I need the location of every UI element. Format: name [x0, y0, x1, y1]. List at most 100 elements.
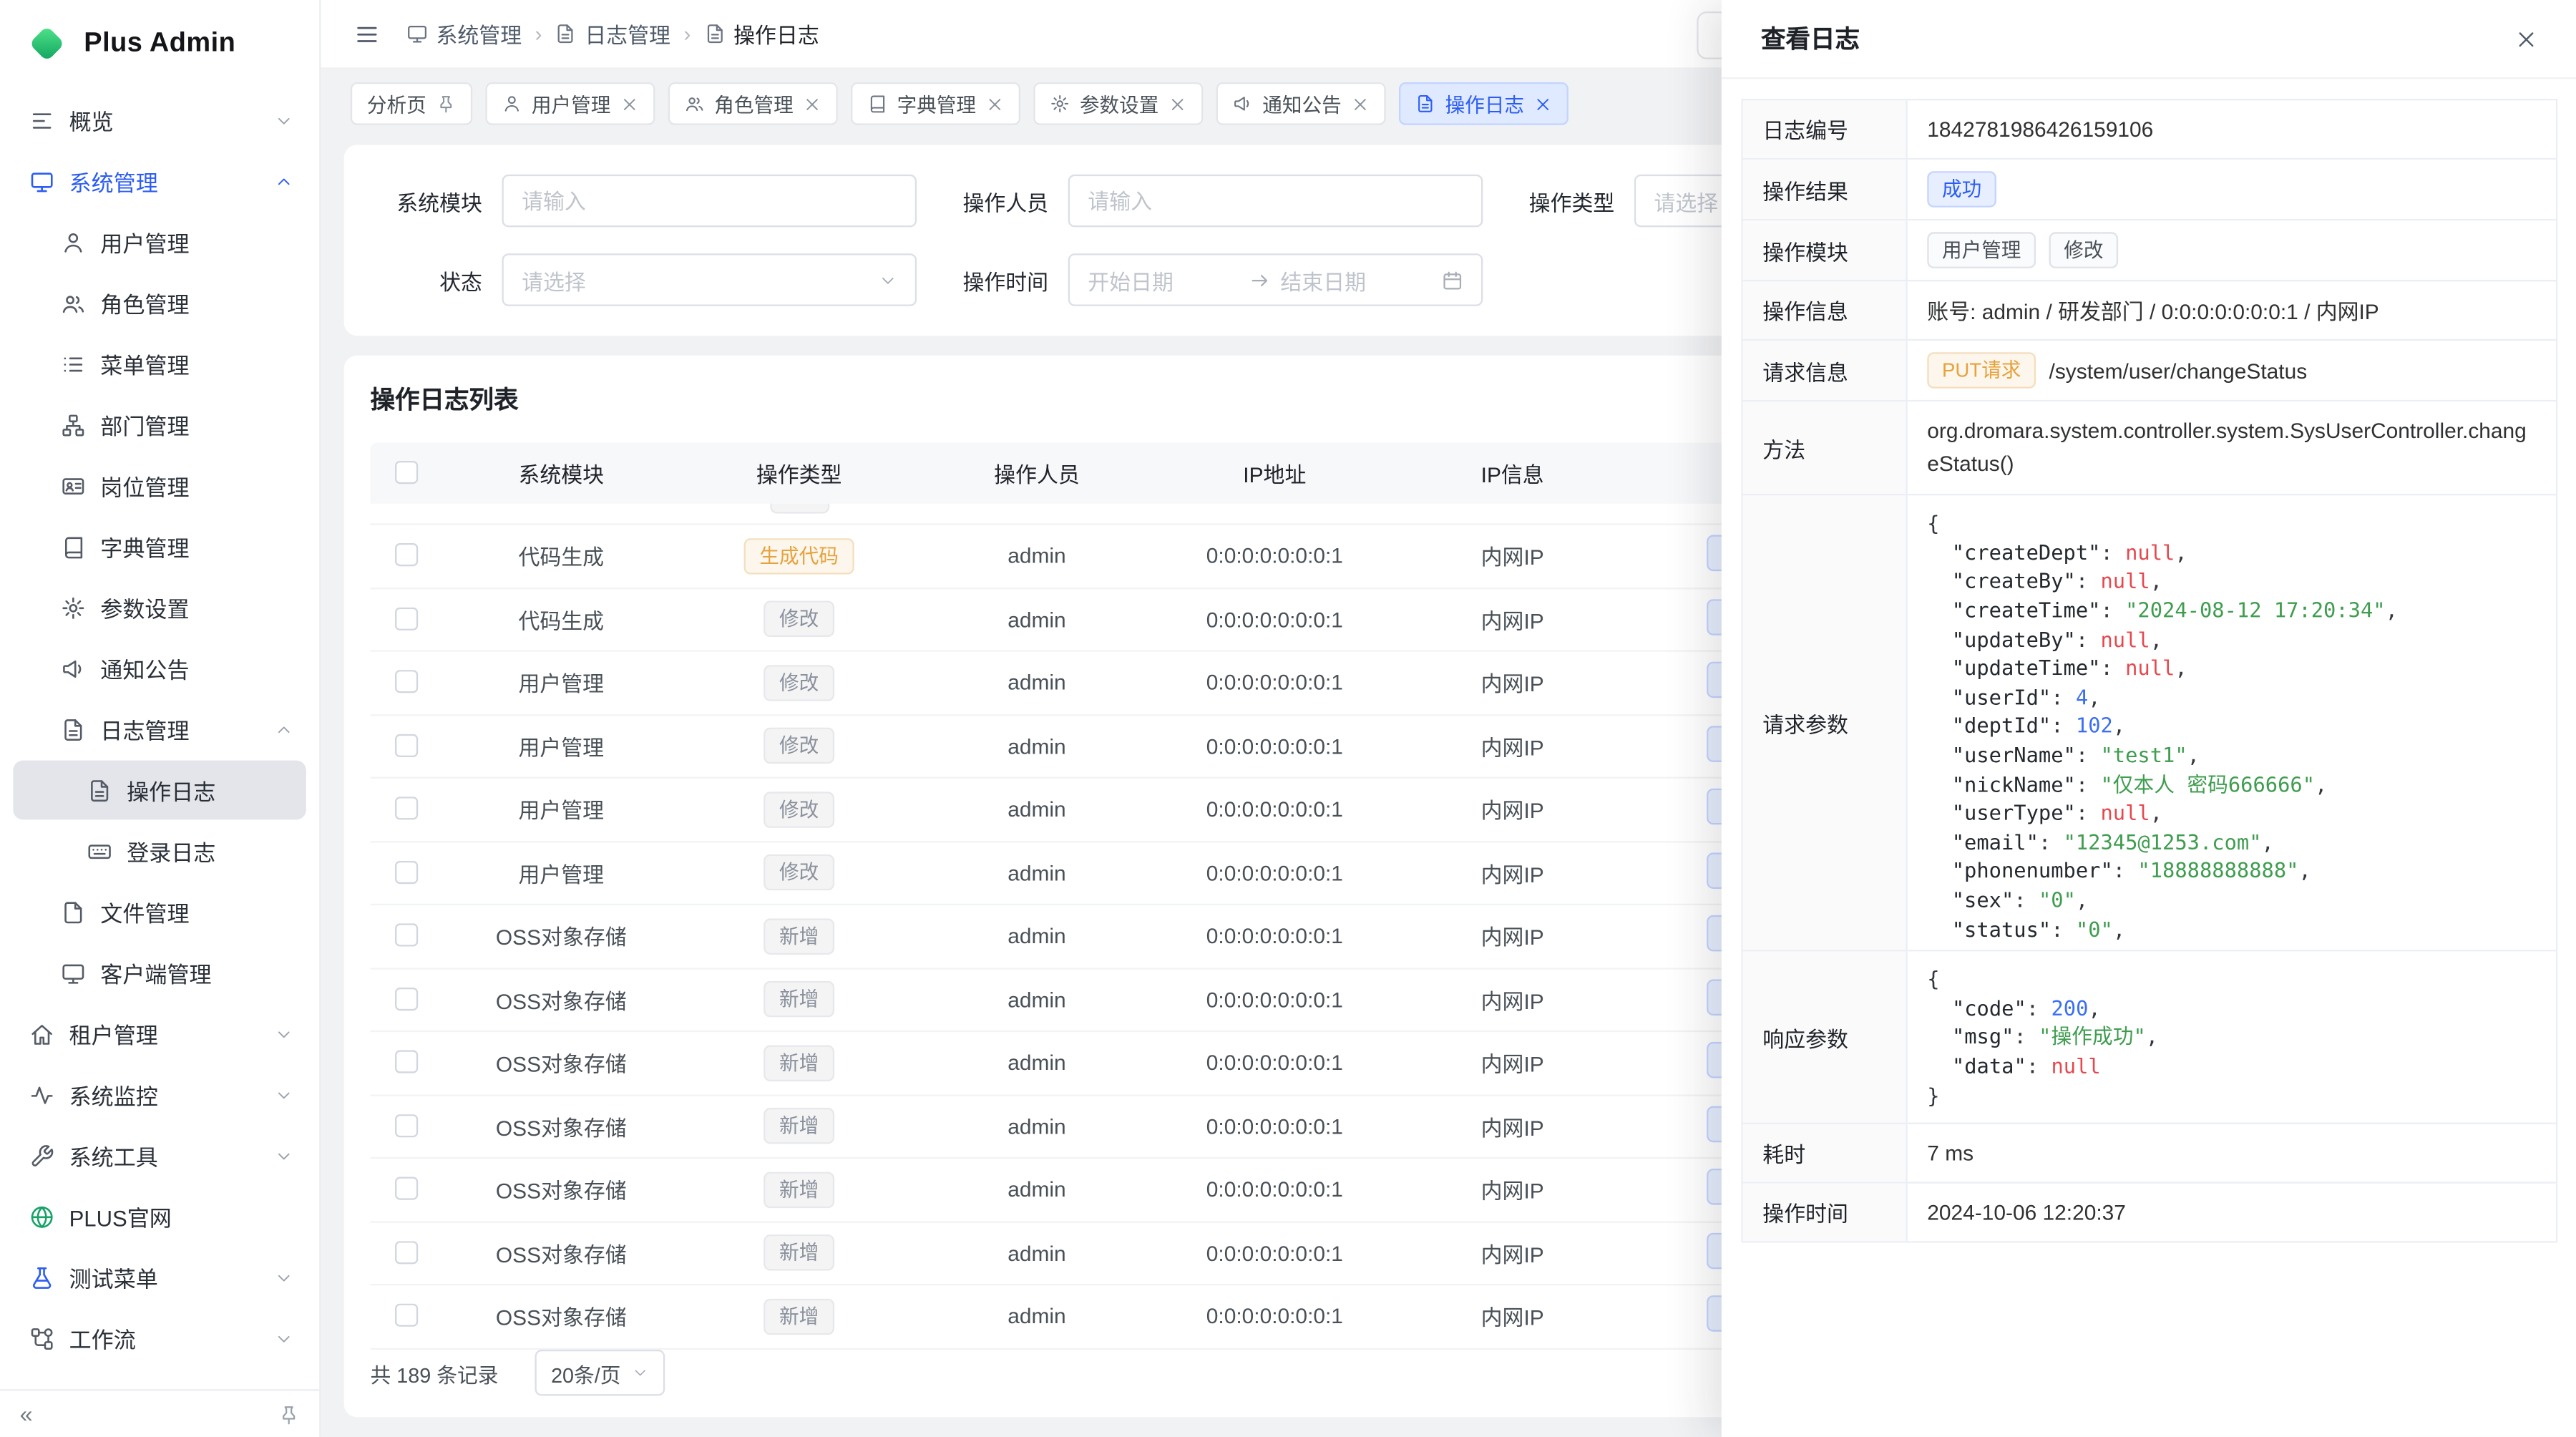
doc-icon: [61, 717, 86, 742]
close-icon[interactable]: [1169, 94, 1186, 112]
sidebar-item-log-management[interactable]: 日志管理: [13, 700, 306, 759]
monitor-icon: [406, 23, 428, 44]
row-checkbox[interactable]: [395, 1051, 418, 1073]
globe-icon: [29, 1204, 54, 1229]
row-checkbox[interactable]: [395, 671, 418, 693]
tab-dict-management[interactable]: 字典管理: [851, 82, 1020, 125]
detail-row-log-id: 日志编号 1842781986426159106: [1743, 100, 2556, 160]
row-checkbox[interactable]: [395, 1114, 418, 1137]
cell-module: OSS对象存储: [443, 1111, 680, 1142]
select-all-checkbox[interactable]: [395, 461, 418, 484]
row-checkbox[interactable]: [395, 1241, 418, 1264]
operation-time-value: 2024-10-06 12:20:37: [1908, 1184, 2556, 1242]
pin-icon[interactable]: [436, 94, 457, 114]
sidebar-item-overview[interactable]: 概览: [13, 91, 306, 150]
tab-analysis-page[interactable]: 分析页: [351, 82, 472, 125]
sidebar-item-menu-management[interactable]: 菜单管理: [13, 334, 306, 394]
row-checkbox[interactable]: [395, 797, 418, 820]
column-type: 操作类型: [680, 457, 919, 489]
sidebar-item-system-management[interactable]: 系统管理: [13, 152, 306, 211]
hamburger-icon[interactable]: [354, 21, 381, 47]
sidebar-item-system-tools[interactable]: 系统工具: [13, 1126, 306, 1185]
breadcrumb-item-log[interactable]: 日志管理: [555, 18, 670, 49]
sidebar-item-role-management[interactable]: 角色管理: [13, 273, 306, 333]
idcard-icon: [61, 473, 86, 498]
sidebar-collapse-button[interactable]: «: [20, 1403, 33, 1426]
close-icon[interactable]: [2514, 27, 2537, 50]
sidebar-item-workflow[interactable]: 工作流: [13, 1309, 306, 1368]
sidebar-item-system-monitor[interactable]: 系统监控: [13, 1065, 306, 1124]
column-operator: 操作人员: [918, 457, 1155, 489]
sidebar-item-test-menu[interactable]: 测试菜单: [13, 1247, 306, 1307]
status-label: 状态: [384, 264, 482, 296]
close-icon[interactable]: [620, 94, 638, 112]
tab-param-settings[interactable]: 参数设置: [1034, 82, 1204, 125]
operation-type-badge: 新增: [764, 918, 834, 955]
cell-ip-info: 内网IP: [1394, 1301, 1631, 1333]
breadcrumb-separator: ›: [535, 21, 542, 47]
sidebar-item-notice[interactable]: 通知公告: [13, 638, 306, 698]
status-select[interactable]: 请选择: [502, 253, 917, 306]
detail-row-request: 请求信息 PUT请求 /system/user/changeStatus: [1743, 341, 2556, 401]
sidebar-item-operation-log[interactable]: 操作日志: [13, 761, 306, 820]
operation-type-badge: 新增: [764, 1171, 834, 1208]
cell-operator: admin: [918, 860, 1155, 885]
close-icon[interactable]: [1534, 94, 1552, 112]
sidebar-item-dict-management[interactable]: 字典管理: [13, 517, 306, 576]
module-input-field[interactable]: [522, 188, 897, 213]
operator-input[interactable]: [1068, 175, 1483, 228]
sidebar-item-user-management[interactable]: 用户管理: [13, 213, 306, 272]
row-checkbox[interactable]: [395, 734, 418, 756]
sidebar-item-file-management[interactable]: 文件管理: [13, 882, 306, 942]
tab-operation-log[interactable]: 操作日志: [1399, 82, 1568, 125]
operation-type-badge: 修改: [764, 665, 834, 701]
row-checkbox[interactable]: [395, 1177, 418, 1200]
sidebar-item-post-management[interactable]: 岗位管理: [13, 456, 306, 515]
cell-module: OSS对象存储: [443, 1237, 680, 1269]
cell-ip: 0:0:0:0:0:0:0:1: [1156, 860, 1395, 885]
breadcrumb: 系统管理 › 日志管理 › 操作日志: [406, 18, 819, 49]
sidebar-item-param-settings[interactable]: 参数设置: [13, 578, 306, 637]
tab-notice[interactable]: 通知公告: [1216, 82, 1386, 125]
log-detail-table: 日志编号 1842781986426159106 操作结果 成功 操作模块 用户…: [1741, 99, 2557, 1243]
time-range-picker[interactable]: 开始日期 结束日期: [1068, 253, 1483, 306]
request-params-scrollarea[interactable]: { "createDept": null, "createBy": null, …: [1908, 496, 2556, 950]
operator-input-field[interactable]: [1088, 188, 1463, 213]
close-icon[interactable]: [804, 94, 821, 112]
sidebar-item-dept-management[interactable]: 部门管理: [13, 395, 306, 454]
sidebar-footer: «: [0, 1389, 319, 1437]
type-label: 操作类型: [1516, 185, 1614, 217]
sidebar-item-tenant-management[interactable]: 租户管理: [13, 1004, 306, 1063]
row-checkbox[interactable]: [395, 987, 418, 1010]
pin-icon[interactable]: [278, 1403, 300, 1425]
sidebar-item-plus-website[interactable]: PLUS官网: [13, 1187, 306, 1246]
close-icon[interactable]: [1352, 94, 1370, 112]
sidebar-item-login-log[interactable]: 登录日志: [13, 822, 306, 881]
close-icon[interactable]: [986, 94, 1004, 112]
cell-ip-info: 内网IP: [1394, 857, 1631, 889]
module-badge: 用户管理: [1927, 232, 2036, 268]
cell-ip: 0:0:0:0:0:0:0:1: [1156, 1304, 1395, 1329]
row-checkbox[interactable]: [395, 860, 418, 883]
row-checkbox[interactable]: [395, 544, 418, 567]
detail-row-info: 操作信息 账号: admin / 研发部门 / 0:0:0:0:0:0:0:1 …: [1743, 281, 2556, 341]
cell-ip: 0:0:0:0:0:0:0:1: [1156, 1241, 1395, 1266]
cell-ip: 0:0:0:0:0:0:0:1: [1156, 1177, 1395, 1202]
module-input[interactable]: [502, 175, 917, 228]
date-start-placeholder: 开始日期: [1088, 264, 1239, 296]
row-checkbox[interactable]: [395, 1304, 418, 1327]
table-footer: 共 189 条记录 20条/页: [371, 1350, 665, 1395]
cell-module: 代码生成: [443, 604, 680, 635]
breadcrumb-item-system[interactable]: 系统管理: [406, 18, 522, 49]
operation-badge: 修改: [2049, 232, 2119, 268]
row-checkbox[interactable]: [395, 924, 418, 947]
sidebar-item-client-management[interactable]: 客户端管理: [13, 943, 306, 1003]
row-checkbox[interactable]: [395, 607, 418, 630]
cell-module: OSS对象存储: [443, 1301, 680, 1333]
tab-user-management[interactable]: 用户管理: [486, 82, 655, 125]
cell-module: 用户管理: [443, 667, 680, 698]
page-size-select[interactable]: 20条/页: [535, 1350, 665, 1395]
tab-role-management[interactable]: 角色管理: [668, 82, 838, 125]
breadcrumb-item-operation-log[interactable]: 操作日志: [704, 18, 819, 49]
cell-operator: admin: [918, 1114, 1155, 1139]
